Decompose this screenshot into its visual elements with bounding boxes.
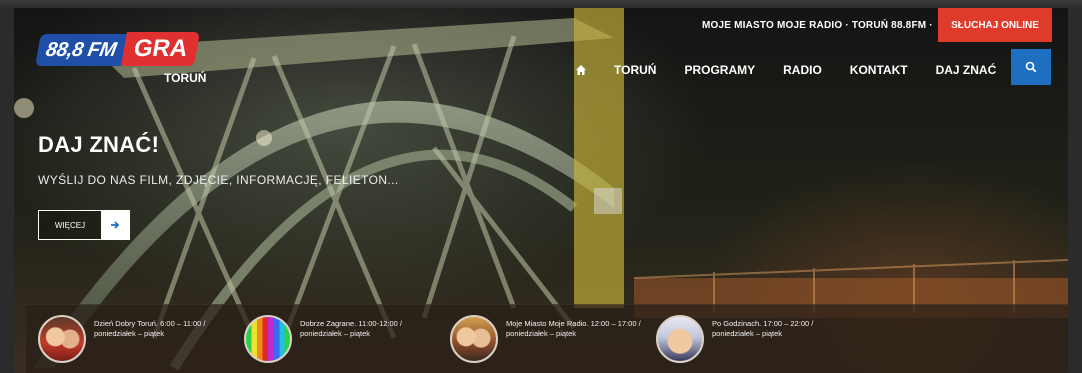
search-icon (1025, 61, 1037, 73)
show-thumbnail (450, 315, 498, 363)
home-icon[interactable] (574, 63, 588, 77)
more-button[interactable]: WIĘCEJ (38, 210, 130, 240)
station-tagline: MOJE MIASTO MOJE RADIO · TORUŃ 88.8FM · (702, 20, 933, 31)
hero-banner: 88,8 FM GRA TORUŃ MOJE MIASTO MOJE RADIO… (14, 8, 1068, 373)
show-thumbnail (38, 315, 86, 363)
show-info: Dzień Dobry Toruń. 6:00 – 11:00 / ponied… (94, 319, 206, 338)
schedule-item[interactable]: Dobrze Zagrane. 11:00-12:00 / poniedział… (244, 315, 444, 365)
schedule-item[interactable]: Moje Miasto Moje Radio. 12:00 – 17:00 / … (450, 315, 650, 365)
show-info: Po Godzinach. 17:00 – 22:00 / poniedział… (712, 319, 814, 338)
show-info: Moje Miasto Moje Radio. 12:00 – 17:00 / … (506, 319, 641, 338)
nav-item-torun[interactable]: TORUŃ (614, 63, 656, 77)
nav-item-radio[interactable]: RADIO (783, 63, 822, 77)
search-button[interactable] (1011, 49, 1051, 85)
logo-brand: GRA (121, 32, 201, 66)
arrow-right-icon (101, 211, 129, 239)
hero-headline: DAJ ZNAĆ! (38, 132, 160, 157)
more-button-label: WIĘCEJ (39, 211, 101, 239)
listen-online-button[interactable]: SŁUCHAJ ONLINE (938, 8, 1052, 42)
nav-item-daj-znac[interactable]: DAJ ZNAĆ (936, 63, 997, 77)
hero-subline: WYŚLIJ DO NAS FILM, ZDJĘCIE, INFORMACJĘ,… (38, 173, 399, 187)
nav-item-kontakt[interactable]: KONTAKT (850, 63, 908, 77)
show-thumbnail (244, 315, 292, 363)
schedule-item[interactable]: Po Godzinach. 17:00 – 22:00 / poniedział… (656, 315, 856, 365)
main-nav: TORUŃ PROGRAMY RADIO KONTAKT DAJ ZNAĆ (574, 60, 1024, 80)
schedule-item[interactable]: Dzień Dobry Toruń. 6:00 – 11:00 / ponied… (38, 315, 238, 365)
show-info: Dobrze Zagrane. 11:00-12:00 / poniedział… (300, 319, 403, 338)
logo-city: TORUŃ (164, 71, 207, 85)
show-thumbnail (656, 315, 704, 363)
nav-item-programy[interactable]: PROGRAMY (684, 63, 755, 77)
station-logo[interactable]: 88,8 FM GRA TORUŃ (35, 30, 208, 90)
logo-frequency: 88,8 FM (35, 34, 127, 66)
program-schedule: Dzień Dobry Toruń. 6:00 – 11:00 / ponied… (26, 304, 1068, 373)
